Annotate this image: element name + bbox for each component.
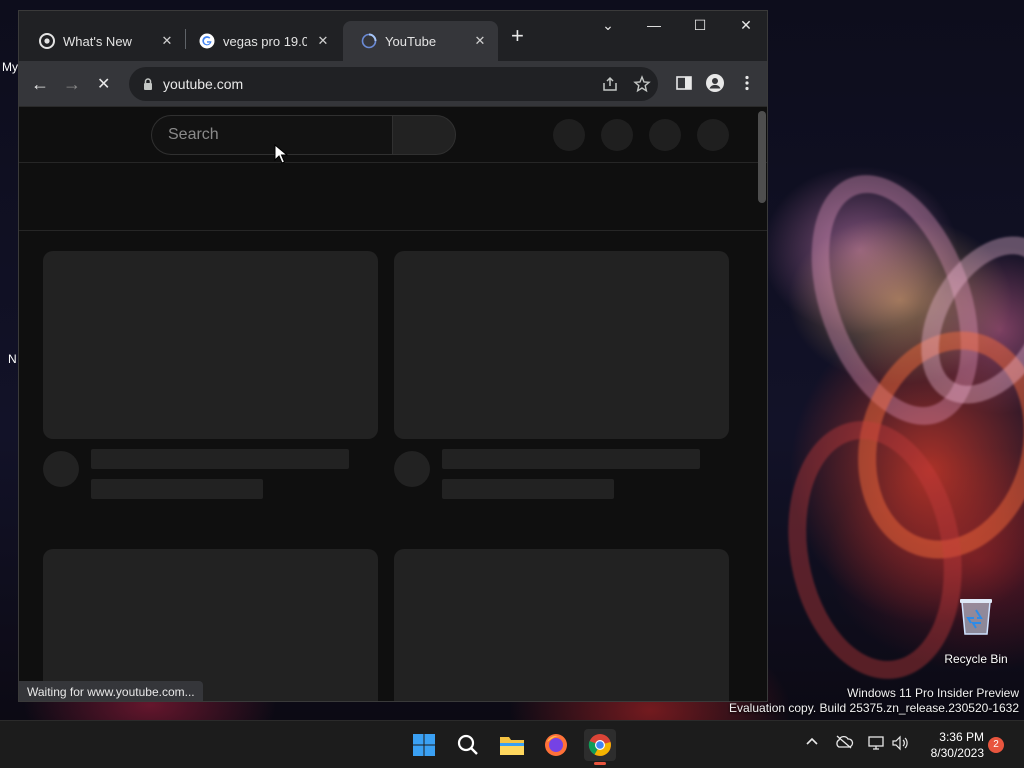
volume-button[interactable] [890, 735, 910, 755]
lock-icon[interactable] [141, 77, 155, 91]
menu-kebab-icon[interactable] [737, 73, 757, 93]
stop-loading-button[interactable]: ✕ [97, 74, 117, 94]
clock-time: 3:36 PM [939, 730, 984, 744]
search-button[interactable] [392, 115, 456, 155]
recycle-bin-shortcut[interactable]: Recycle Bin [943, 596, 1009, 666]
bookmark-star-icon[interactable] [633, 75, 651, 93]
tab-close-button[interactable]: ✕ [159, 33, 175, 49]
start-icon [413, 734, 435, 756]
tab-strip: What's New ✕ vegas pro 19.0.0.3 ✕ YouTub… [19, 11, 767, 61]
chevron-up-icon [806, 737, 818, 745]
firefox-button[interactable] [540, 729, 572, 761]
new-tab-button[interactable]: + [511, 25, 524, 47]
running-indicator [594, 762, 606, 765]
browser-toolbar: ← → ✕ youtube.com [19, 61, 767, 107]
chip-bar-placeholder [19, 163, 767, 231]
video-card-placeholder[interactable] [43, 251, 378, 509]
notification-badge[interactable]: 2 [988, 737, 1004, 753]
watermark-edition: Windows 11 Pro Insider Preview [847, 686, 1019, 700]
watermark-build: Evaluation copy. Build 25375.zn_release.… [729, 701, 1019, 715]
thumbnail-placeholder [43, 251, 378, 439]
file-explorer-button[interactable] [496, 729, 528, 761]
video-meta-placeholder [394, 449, 729, 509]
video-card-placeholder[interactable] [43, 549, 378, 701]
profile-icon[interactable] [705, 73, 725, 93]
thumbnail-placeholder [43, 549, 378, 701]
subtitle-line-placeholder [91, 479, 263, 499]
header-placeholder-button[interactable] [697, 119, 729, 151]
header-placeholder-button[interactable] [553, 119, 585, 151]
minimize-button[interactable]: — [639, 17, 669, 33]
address-bar[interactable]: youtube.com [129, 67, 658, 101]
tab-close-button[interactable]: ✕ [315, 33, 331, 49]
loading-globe-icon [361, 33, 377, 49]
taskbar-search-button[interactable] [452, 729, 484, 761]
header-placeholder-button[interactable] [601, 119, 633, 151]
share-icon[interactable] [601, 75, 619, 93]
tab-search-button[interactable]: ⌄ [593, 17, 623, 34]
google-icon [199, 33, 215, 49]
mouse-cursor-icon [274, 144, 288, 164]
chrome-icon [39, 33, 55, 49]
thumbnail-placeholder [394, 549, 729, 701]
desktop-edge-label: My [2, 60, 18, 74]
header-placeholder-button[interactable] [649, 119, 681, 151]
back-button[interactable]: ← [31, 74, 51, 94]
maximize-button[interactable]: ☐ [685, 17, 715, 34]
avatar [394, 451, 430, 487]
recycle-bin-label: Recycle Bin [944, 652, 1008, 666]
desktop-edge-label: N [8, 352, 17, 366]
youtube-search-box[interactable] [151, 115, 393, 155]
show-hidden-icons-button[interactable] [802, 735, 822, 755]
video-card-placeholder[interactable] [394, 549, 729, 701]
start-button[interactable] [408, 729, 440, 761]
avatar [43, 451, 79, 487]
tab-vegas-pro[interactable]: vegas pro 19.0.0.3 ✕ [181, 21, 341, 61]
tab-title: vegas pro 19.0.0.3 [223, 33, 307, 49]
file-explorer-icon [500, 737, 524, 755]
title-line-placeholder [91, 449, 349, 469]
video-card-placeholder[interactable] [394, 251, 729, 509]
video-meta-placeholder [43, 449, 378, 509]
tab-title: What's New [63, 33, 132, 49]
network-button[interactable] [866, 735, 886, 755]
speaker-icon [892, 735, 908, 751]
thumbnail-placeholder [394, 251, 729, 439]
onedrive-button[interactable] [834, 735, 854, 755]
page-scrollbar[interactable] [758, 111, 766, 203]
taskbar: 3:36 PM 8/30/2023 2 [0, 720, 1024, 768]
tab-title: YouTube [385, 33, 437, 49]
search-icon [457, 734, 478, 755]
tab-whats-new[interactable]: What's New ✕ [21, 21, 185, 61]
firefox-icon [545, 734, 567, 756]
chrome-taskbar-button[interactable] [584, 729, 616, 765]
youtube-header [19, 107, 767, 163]
url-text: youtube.com [163, 76, 244, 92]
clock-date: 8/30/2023 [930, 746, 984, 760]
network-icon [868, 736, 884, 750]
search-input[interactable] [168, 126, 368, 144]
windows-watermark: Windows 11 Pro Insider Preview Evaluatio… [729, 686, 1019, 716]
forward-button[interactable]: → [63, 74, 83, 94]
browser-window: What's New ✕ vegas pro 19.0.0.3 ✕ YouTub… [18, 10, 768, 702]
close-window-button[interactable]: ✕ [731, 17, 761, 34]
chrome-icon [588, 734, 611, 756]
cloud-offline-icon [836, 735, 854, 749]
tab-close-button[interactable]: ✕ [472, 33, 488, 49]
subtitle-line-placeholder [442, 479, 614, 499]
status-bar: Waiting for www.youtube.com... [19, 681, 203, 701]
tab-youtube[interactable]: YouTube ✕ [343, 21, 498, 61]
recycle-bin-icon [960, 599, 992, 635]
side-panel-icon[interactable] [674, 73, 694, 93]
system-clock[interactable]: 3:36 PM 8/30/2023 [916, 729, 984, 761]
title-line-placeholder [442, 449, 700, 469]
youtube-page: Waiting for www.youtube.com... [19, 107, 767, 701]
